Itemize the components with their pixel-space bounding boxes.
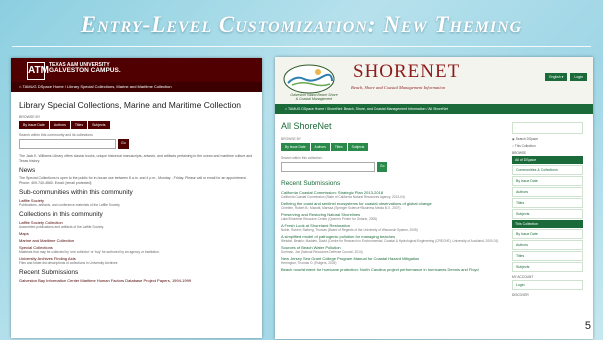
sidebar-item[interactable]: Authors [512,187,583,197]
browse-authors-button[interactable]: Authors [49,121,70,129]
breadcrumb[interactable]: ⌂ TAMUG DSpace Home / ShoreNet: Beach, S… [275,104,593,114]
collection-link[interactable]: Marine and Maritime Collection [19,238,254,243]
search-label: Search within this collection: [281,156,323,160]
browse-titles-button[interactable]: Titles [70,121,88,129]
sidebar-item[interactable]: By Issue Date [512,176,583,186]
search-scope-option[interactable]: ◉ Search DSpace [512,137,583,141]
title-divider [12,46,591,47]
sidebar-section-all-dspace: All of DSpace [512,156,583,164]
browse-date-button[interactable]: By Issue Date [281,143,310,151]
recent-item-link[interactable]: Beach nourishment for hurricane protecti… [281,267,509,272]
collections-heading: Collections in this community [19,211,103,218]
sidebar: ◉ Search DSpace ○ This Collection BROWSE… [512,121,583,298]
intro-text: The Jack K. Williams Library offers clas… [19,154,253,163]
browse-titles-button[interactable]: Titles [330,143,347,151]
sidebar-item[interactable]: Subjects [512,262,583,272]
collection-desc: Assembled publications and artifacts of … [19,225,104,229]
slide-number: 5 [584,320,591,332]
browse-label: BROWSE [512,151,527,155]
sidebar-item-login[interactable]: Login [512,280,583,290]
browse-authors-button[interactable]: Authors [310,143,330,151]
sidebar-item[interactable]: Authors [512,240,583,250]
collection-link[interactable]: Maps [19,231,254,236]
tamu-logo-icon[interactable]: ATM [27,62,49,80]
language-button[interactable]: English ▾ [545,73,568,81]
sidebar-item[interactable]: Communities & Collections [512,165,583,175]
search-input[interactable] [19,139,116,149]
collection-desc: Materials that may be collected by 'one … [19,250,160,254]
discover-label: DISCOVER [512,293,529,297]
tamu-header: ATM TEXAS A&M UNIVERSITY GALVESTON CAMPU… [11,58,262,82]
recent-item-desc: Chretien, Robert B.; Mazotti, Marissa (S… [281,206,401,210]
page-title: Library Special Collections, Marine and … [19,100,242,110]
site-tagline: Beach, Shore and Coastal Management Info… [351,85,446,90]
news-text: The Special Collections is open to the p… [19,176,247,185]
shorenet-screenshot: Galveston Island Beach Shore & Coastal M… [275,57,593,339]
search-go-button[interactable]: Go [118,139,129,149]
browse-date-button[interactable]: By Issue Date [19,121,49,129]
site-name: SHORENET [353,61,461,82]
my-account-label: MY ACCOUNT [512,275,534,279]
news-heading: News [19,167,36,174]
browse-by-label: BROWSE BY [19,115,41,119]
search-scope-option[interactable]: ○ This Collection [512,144,583,148]
recent-heading: Recent Submissions [281,180,341,187]
tamu-screenshot: ATM TEXAS A&M UNIVERSITY GALVESTON CAMPU… [11,58,262,338]
shorenet-header: Galveston Island Beach Shore & Coastal M… [275,57,593,104]
recent-item-desc: Dorfman, Jon (Natural Resources Defense … [281,250,363,254]
sidebar-section-this-collection: This Collection [512,220,583,228]
browse-subjects-button[interactable]: Subjects [347,143,369,151]
login-button[interactable]: Login [570,73,587,81]
subcommunities-heading: Sub-communities within this community [19,189,133,196]
breadcrumb[interactable]: ⌂ TAMUG DSpace Home / Library Special Co… [11,82,262,92]
collection-desc: Files and folder-list descriptions of co… [19,261,118,265]
search-go-button[interactable]: Go [377,162,388,172]
tamu-university-name: TEXAS A&M UNIVERSITY GALVESTON CAMPUS. [49,62,121,74]
search-label: Search within this community and its col… [19,133,93,137]
recent-item-link[interactable]: Galveston Bay Information Center Maritim… [19,278,254,283]
recent-item-desc: California Coastal Commission (State of … [281,195,405,199]
search-input[interactable] [281,162,375,172]
search-scope-label: This Collection [514,144,536,148]
page-title: All ShoreNet [281,121,332,131]
sidebar-item[interactable]: By Issue Date [512,229,583,239]
recent-item-desc: Lake/Shoreline Resource Center (Queen's … [281,217,378,221]
recent-item-desc: Noble, Robert; Staberg, Thomas (Board of… [281,228,418,232]
recent-heading: Recent Submissions [19,269,79,276]
campus-line: GALVESTON CAMPUS. [49,67,121,74]
shorenet-logo-icon[interactable] [282,63,336,95]
recent-item-desc: Herrington, Thomas O. (Rutgers, 2003) [281,261,337,265]
recent-item-desc: Weiskel, Beatriz; Madden, David (Centre … [281,239,499,243]
browse-subjects-button[interactable]: Subjects [88,121,110,129]
logo-caption: Galveston Island Beach Shore & Coastal M… [290,93,338,101]
slide-title: Entry-Level Customization: New Theming [80,12,523,37]
browse-by-label: BROWSE BY [281,137,301,141]
search-scope-label: Search DSpace [515,137,538,141]
subcommunity-desc: Publications, artifacts, and conference … [19,203,121,207]
sidebar-item[interactable]: Titles [512,251,583,261]
sidebar-search-input[interactable] [512,122,583,134]
sidebar-item[interactable]: Subjects [512,209,583,219]
sidebar-item[interactable]: Titles [512,198,583,208]
